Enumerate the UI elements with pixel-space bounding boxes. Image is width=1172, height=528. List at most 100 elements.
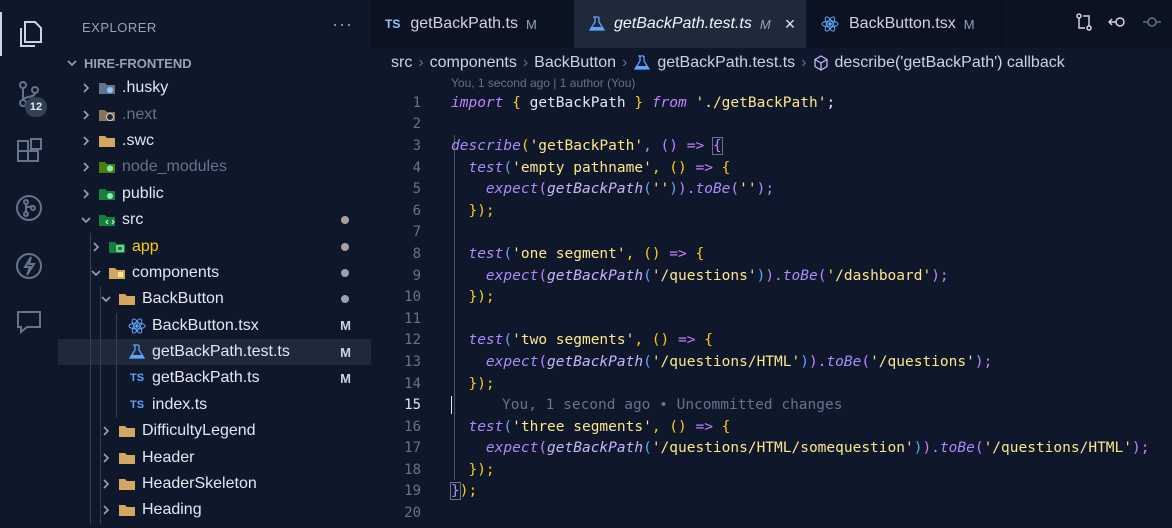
- codelens-blame[interactable]: You, 1 second ago | 1 author (You): [451, 76, 635, 90]
- breadcrumb-components[interactable]: components: [430, 54, 517, 72]
- breadcrumb-symbol[interactable]: describe('getBackPath') callback: [835, 54, 1065, 72]
- token: {: [712, 159, 731, 176]
- token: (: [643, 440, 652, 457]
- tree-item-label: Header: [142, 448, 195, 466]
- explorer-sidebar: EXPLORER ··· HIRE-FRONTEND .husky .next …: [58, 0, 371, 528]
- git-status: M: [340, 370, 351, 386]
- breadcrumb-separator: ›: [418, 54, 424, 71]
- token: });: [468, 289, 495, 306]
- line-number: 4: [412, 159, 421, 176]
- tab-backbutton-tsx[interactable]: BackButton.tsx M: [807, 0, 1007, 48]
- tree-item-husky[interactable]: .husky: [58, 75, 371, 101]
- token: 'getBackPath': [529, 137, 644, 154]
- tree-item-backbutton[interactable]: BackButton: [58, 286, 371, 313]
- line-number: 1: [412, 94, 421, 111]
- line-number: 6: [412, 202, 421, 219]
- tree-item-label: BackButton: [142, 290, 224, 308]
- next-folder-icon: [98, 107, 116, 123]
- tree-item-node-modules[interactable]: node_modules: [58, 154, 371, 180]
- typescript-icon: TS: [385, 17, 401, 31]
- tree-item-heading[interactable]: Heading: [58, 497, 371, 524]
- tab-getbackpath-ts[interactable]: TS getBackPath.ts M: [371, 0, 574, 48]
- token: 'empty pathname': [512, 159, 652, 176]
- tree-item-src[interactable]: src: [58, 207, 371, 233]
- typescript-icon: TS: [129, 398, 145, 411]
- tree-item-index-ts[interactable]: TS index.ts: [58, 391, 371, 419]
- code-line: 10 });: [371, 286, 1172, 308]
- token: =>: [686, 137, 705, 154]
- tree-item-backbutton-tsx[interactable]: BackButton.tsx M: [58, 312, 371, 339]
- comments-icon[interactable]: [0, 300, 58, 344]
- breadcrumb-file[interactable]: getBackPath.test.ts: [657, 54, 795, 72]
- line-number: 18: [404, 461, 421, 478]
- tree-item-getbackpath-ts[interactable]: TS getBackPath.ts M: [58, 365, 371, 392]
- tree-item-app[interactable]: app: [58, 233, 371, 260]
- source-control-icon[interactable]: 12: [0, 72, 58, 117]
- token: {: [686, 245, 705, 262]
- tree-item-header[interactable]: Header: [58, 444, 371, 471]
- explorer-icon[interactable]: [0, 12, 58, 56]
- token: describe: [451, 137, 521, 154]
- token: ): [669, 181, 679, 198]
- extensions-icon[interactable]: [0, 130, 58, 174]
- tree-item-difficultylegend[interactable]: DifficultyLegend: [58, 418, 371, 445]
- token: , (): [651, 159, 696, 176]
- file-tree: .husky .next .swc node_modules public sr…: [58, 75, 371, 524]
- tree-item-label: HeaderSkeleton: [142, 475, 257, 493]
- token: , (): [643, 137, 687, 154]
- next-change-icon[interactable]: [1142, 12, 1162, 37]
- token: '/dashboard': [826, 267, 932, 284]
- code-line-current: 15 You, 1 second ago • Uncommitted chang…: [371, 394, 1172, 416]
- token: }: [625, 94, 652, 111]
- code-line: 19 });: [371, 481, 1172, 503]
- token: (: [974, 440, 984, 457]
- token: ).: [678, 181, 696, 198]
- breadcrumb-backbutton[interactable]: BackButton: [534, 54, 616, 72]
- token: toBe: [939, 440, 975, 457]
- code-line: 20: [371, 502, 1172, 524]
- code-line: 8 test('one segment', () => {: [371, 243, 1172, 265]
- tree-item-components[interactable]: components: [58, 259, 371, 287]
- tree-item-next[interactable]: .next: [58, 101, 371, 127]
- code-editor[interactable]: 1 import { getBackPath } from './getBack…: [371, 92, 1172, 524]
- open-changes-icon[interactable]: [1074, 12, 1094, 37]
- token: from: [651, 94, 687, 111]
- token: =>: [695, 418, 713, 435]
- token: =>: [669, 245, 687, 262]
- chevron-right-icon: [78, 188, 94, 200]
- token: ).: [765, 267, 783, 284]
- token: toBe: [826, 353, 862, 370]
- token: expect: [485, 353, 539, 370]
- close-icon[interactable]: ×: [785, 14, 796, 35]
- git-graph-icon[interactable]: [0, 186, 58, 230]
- workspace-root[interactable]: HIRE-FRONTEND: [58, 52, 371, 74]
- folder-icon: [118, 450, 136, 466]
- tree-item-label: .next: [122, 105, 157, 123]
- matching-brace: }: [450, 482, 461, 501]
- tab-label: getBackPath.ts: [410, 15, 518, 32]
- tree-item-swc[interactable]: .swc: [58, 128, 371, 154]
- token: {: [712, 418, 731, 435]
- tab-getbackpath-test-ts[interactable]: getBackPath.test.ts M ×: [574, 0, 807, 48]
- tree-item-label: Heading: [142, 501, 202, 519]
- tree-item-getbackpath-test[interactable]: getBackPath.test.ts M: [58, 338, 371, 366]
- line-number: 14: [404, 375, 421, 392]
- previous-change-icon[interactable]: [1107, 12, 1128, 37]
- token: expect: [485, 267, 539, 284]
- tree-item-headerskeleton[interactable]: HeaderSkeleton: [58, 470, 371, 498]
- token: (: [503, 159, 513, 176]
- token: './getBackPath': [686, 94, 827, 111]
- modified-dot: [341, 242, 349, 251]
- line-number: 13: [404, 353, 421, 370]
- tree-item-public[interactable]: public: [58, 181, 371, 207]
- components-folder-icon: [108, 265, 126, 281]
- tab-label: getBackPath.test.ts: [614, 15, 752, 32]
- breadcrumb-src[interactable]: src: [391, 54, 412, 72]
- chevron-right-icon: [78, 109, 94, 121]
- inline-blame[interactable]: You, 1 second ago • Uncommitted changes: [502, 397, 842, 413]
- more-actions-icon[interactable]: ···: [332, 14, 353, 35]
- thunder-icon[interactable]: [0, 244, 58, 288]
- code-line: 14 });: [371, 373, 1172, 395]
- tab-modified-mark: M: [759, 16, 771, 32]
